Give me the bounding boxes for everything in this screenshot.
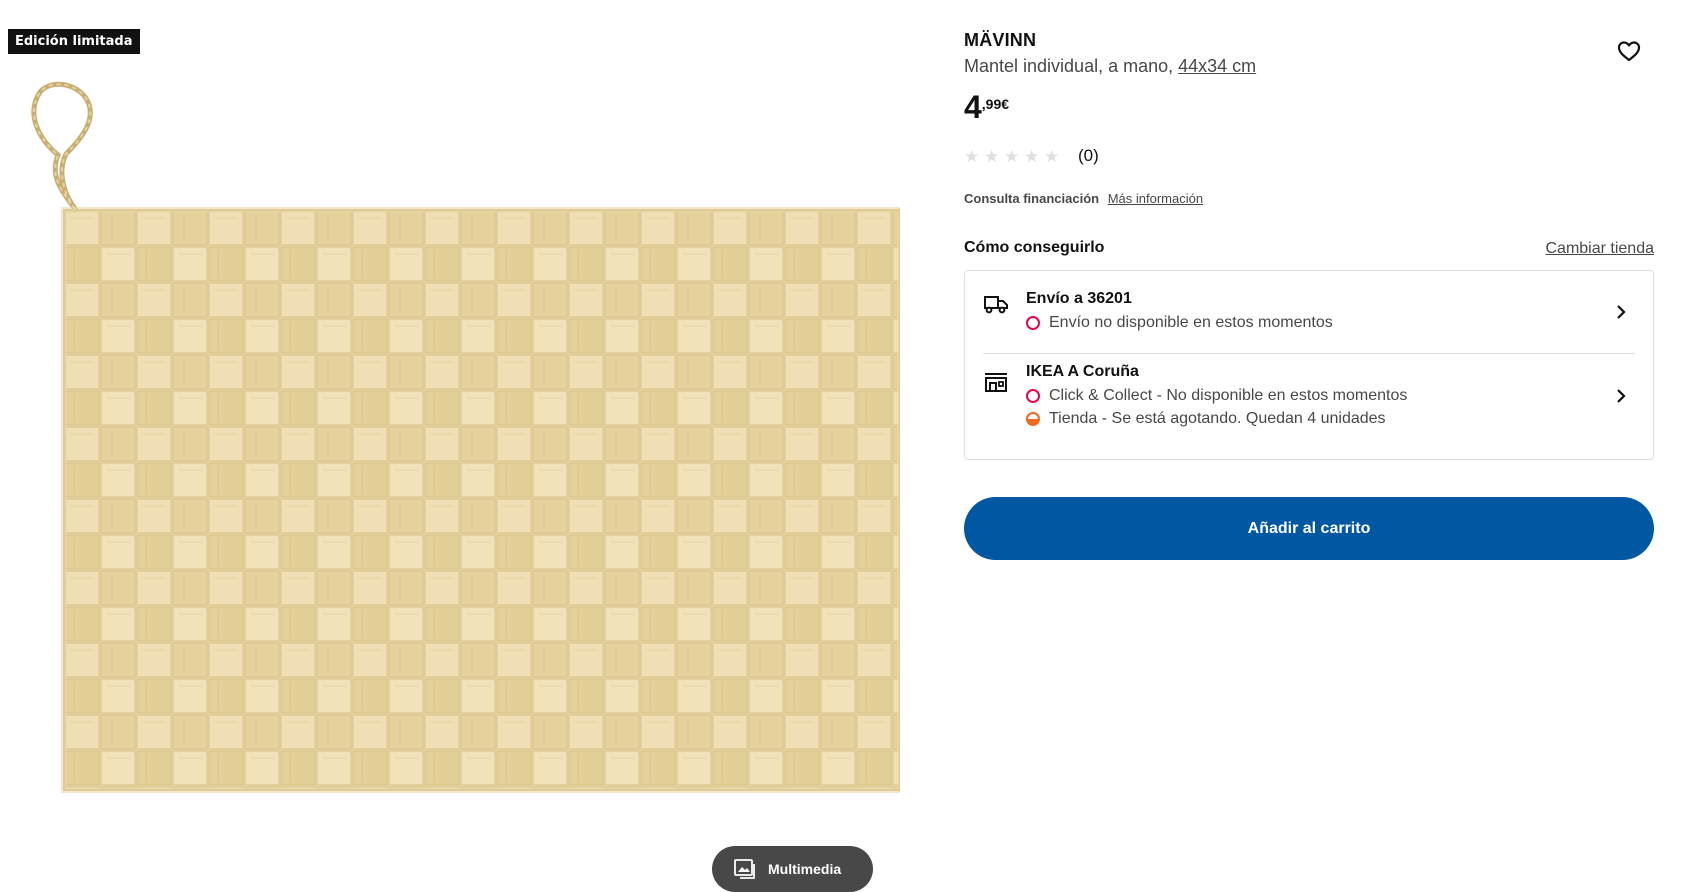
gallery-icon <box>734 859 755 879</box>
rating-count: (0) <box>1078 146 1099 165</box>
star-icon: ★ <box>1044 146 1060 166</box>
store-title: IKEA A Coruña <box>1026 363 1139 380</box>
price-integer: 4 <box>964 89 982 125</box>
click-collect-status: Click & Collect - No disponible en estos… <box>1026 387 1407 405</box>
chevron-right-icon <box>1617 389 1626 403</box>
unavailable-status-icon <box>1026 389 1040 403</box>
unavailable-status-icon <box>1026 316 1040 330</box>
price-currency: € <box>1001 96 1010 112</box>
add-to-cart-button[interactable]: Añadir al carrito <box>964 497 1654 560</box>
delivery-title: Envío a 36201 <box>1026 290 1132 307</box>
star-icon: ★ <box>984 146 1000 166</box>
product-description-text: Mantel individual, a mano, <box>964 56 1174 76</box>
store-icon <box>985 373 1007 392</box>
store-option[interactable]: IKEA A Coruña Click & Collect - No dispo… <box>965 354 1653 460</box>
product-name: MÄVINN <box>964 30 1037 50</box>
availability-box: Envío a 36201 Envío no disponible en est… <box>964 270 1654 460</box>
product-dimensions-link[interactable]: 44x34 cm <box>1178 56 1256 76</box>
delivery-option[interactable]: Envío a 36201 Envío no disponible en est… <box>965 271 1653 353</box>
click-collect-status-text: Click & Collect - No disponible en estos… <box>1049 387 1408 404</box>
hanging-loop <box>31 81 93 213</box>
delivery-status: Envío no disponible en estos momentos <box>1026 314 1333 332</box>
store-stock-status-text: Tienda - Se está agotando. Quedan 4 unid… <box>1049 410 1386 427</box>
placemat <box>63 209 900 791</box>
rating[interactable]: ★ ★ ★ ★ ★ (0) <box>964 146 1099 166</box>
product-image[interactable] <box>0 80 900 860</box>
financing-label: Consulta financiación <box>964 191 1100 206</box>
chevron-right-icon <box>1617 305 1626 319</box>
price: 4 ,99 € <box>964 88 1009 126</box>
financing: Consulta financiación Más información <box>964 191 1203 206</box>
product-gallery: Edición limitada Multimedia <box>0 0 900 892</box>
delivery-status-text: Envío no disponible en estos momentos <box>1049 314 1333 331</box>
store-stock-status: Tienda - Se está agotando. Quedan 4 unid… <box>1026 410 1386 428</box>
price-decimal: ,99 <box>981 96 1002 112</box>
product-description: Mantel individual, a mano, 44x34 cm <box>964 56 1256 77</box>
star-icon: ★ <box>964 146 980 166</box>
star-icon: ★ <box>1004 146 1020 166</box>
multimedia-label: Multimedia <box>768 861 842 877</box>
change-store-link[interactable]: Cambiar tienda <box>1546 240 1655 258</box>
limited-edition-badge: Edición limitada <box>8 29 140 54</box>
low-stock-status-icon <box>1026 412 1040 426</box>
multimedia-button[interactable]: Multimedia <box>712 846 873 892</box>
truck-icon <box>984 296 1008 314</box>
favorite-heart-icon[interactable] <box>1614 36 1644 66</box>
financing-more-info-link[interactable]: Más información <box>1108 191 1203 206</box>
how-to-get-title: Cómo conseguirlo <box>964 239 1105 256</box>
product-info: MÄVINN Mantel individual, a mano, 44x34 … <box>964 0 1654 892</box>
star-icon: ★ <box>1024 146 1040 166</box>
